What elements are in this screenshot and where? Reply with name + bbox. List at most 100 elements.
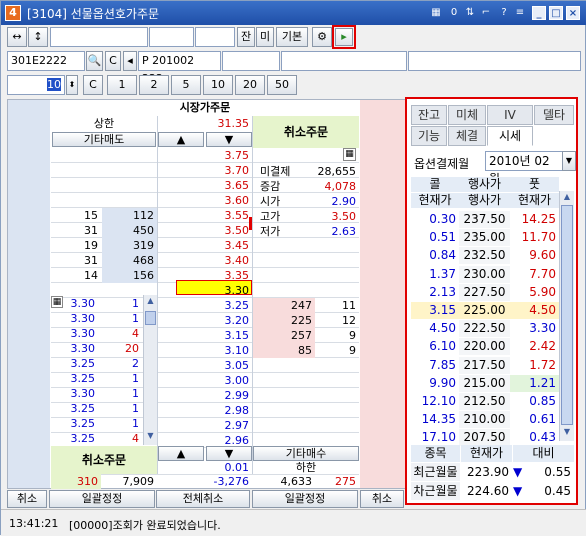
put-price[interactable]: 0.43: [510, 429, 559, 446]
price-cell[interactable]: 3.05: [158, 358, 252, 373]
field-3[interactable]: [195, 27, 235, 47]
call-price[interactable]: 1.37: [411, 266, 459, 283]
order-price[interactable]: 3.30: [62, 386, 98, 401]
qty-1-button[interactable]: 1: [107, 75, 137, 95]
expiry-select[interactable]: 2010년 02월: [485, 151, 563, 186]
scroll-down-button[interactable]: ▼: [206, 132, 252, 147]
scroll-up-icon[interactable]: ▲: [145, 296, 156, 308]
order-qty[interactable]: 1: [98, 401, 142, 416]
qty-input[interactable]: 10: [7, 75, 65, 95]
tab-iv[interactable]: IV: [487, 105, 533, 125]
strike-price[interactable]: 222.50: [459, 320, 510, 338]
account-c-button[interactable]: C: [105, 51, 121, 71]
qty-10-button[interactable]: 10: [203, 75, 233, 95]
qty-c-button[interactable]: C: [83, 75, 103, 95]
order-price[interactable]: 3.30: [62, 296, 98, 311]
list-icon[interactable]: ≡: [513, 6, 527, 20]
left-order-column[interactable]: [8, 100, 50, 488]
link-icon[interactable]: ⌐: [479, 6, 493, 20]
cancel-all-button[interactable]: 전체취소: [156, 490, 250, 508]
order-price[interactable]: 3.25: [62, 401, 98, 416]
exit-icon[interactable]: ▸: [335, 28, 353, 46]
order-qty[interactable]: 4: [98, 431, 142, 446]
option-scroll-down-icon[interactable]: ▼: [561, 427, 573, 439]
order-qty[interactable]: 1: [98, 296, 142, 311]
strike-price[interactable]: 232.50: [459, 247, 510, 265]
code-field[interactable]: [50, 27, 148, 47]
call-price[interactable]: 7.85: [411, 357, 459, 374]
order-price[interactable]: 3.25: [62, 356, 98, 371]
price-cell[interactable]: 3.10: [158, 343, 252, 358]
option-scroll-up-icon[interactable]: ▲: [561, 192, 573, 204]
put-price[interactable]: 4.50: [510, 302, 559, 319]
qty-50-button[interactable]: 50: [267, 75, 297, 95]
close-icon[interactable]: ×: [566, 6, 580, 20]
price-cell[interactable]: 2.97: [158, 418, 252, 433]
call-price[interactable]: 4.50: [411, 320, 459, 337]
account-input[interactable]: 301E2222: [7, 51, 85, 71]
scroll-up-bottom-button[interactable]: ▲: [158, 446, 204, 461]
buy-other-button[interactable]: 기타매수: [253, 446, 359, 461]
expand-v-button[interactable]: ↕: [28, 27, 48, 47]
call-price[interactable]: 2.13: [411, 284, 459, 301]
put-price[interactable]: 9.60: [510, 247, 559, 264]
account-spin-icon[interactable]: ◂: [123, 51, 137, 71]
market-order-title[interactable]: 시장가주문: [51, 100, 359, 116]
tab-balance[interactable]: 잔고: [411, 105, 447, 125]
calc-icon[interactable]: ▦: [343, 148, 356, 161]
tab-delta[interactable]: 델타: [534, 105, 574, 125]
put-price[interactable]: 11.70: [510, 229, 559, 246]
price-cell[interactable]: 3.40: [158, 253, 252, 268]
tab-function[interactable]: 기능: [411, 126, 447, 146]
order-price[interactable]: 3.30: [62, 326, 98, 341]
call-price[interactable]: 9.90: [411, 375, 459, 392]
sell-other-button[interactable]: 기타매도: [52, 132, 156, 147]
minimize-icon[interactable]: _: [532, 6, 546, 20]
search-icon[interactable]: 🔍: [86, 51, 103, 71]
order-qty[interactable]: 1: [98, 311, 142, 326]
price-cell[interactable]: 2.98: [158, 403, 252, 418]
info-icon[interactable]: 0: [447, 6, 461, 20]
order-qty[interactable]: 4: [98, 326, 142, 341]
tab-unfilled[interactable]: 미체: [448, 105, 486, 125]
gibon-button[interactable]: 기본: [276, 27, 308, 47]
put-price[interactable]: 5.90: [510, 284, 559, 301]
strike-price[interactable]: 207.50: [459, 429, 510, 447]
order-list-icon[interactable]: ▦: [51, 296, 63, 308]
chevron-down-icon[interactable]: ▼: [562, 151, 576, 171]
call-price[interactable]: 0.51: [411, 229, 459, 246]
strike-price[interactable]: 227.50: [459, 283, 510, 301]
order-qty[interactable]: 1: [98, 386, 142, 401]
gear-icon[interactable]: ⚙: [312, 27, 332, 47]
order-price[interactable]: 3.25: [62, 371, 98, 386]
price-cell[interactable]: 3.75: [158, 148, 252, 163]
bulk-modify-left-button[interactable]: 일괄정정: [49, 490, 155, 508]
order-price[interactable]: 3.30: [62, 311, 98, 326]
order-qty[interactable]: 1: [98, 416, 142, 431]
qty-5-button[interactable]: 5: [171, 75, 201, 95]
put-price[interactable]: 3.30: [510, 320, 559, 337]
field-2[interactable]: [149, 27, 194, 47]
order-list-scrollbar[interactable]: ▲ ▼: [143, 295, 157, 445]
order-qty[interactable]: 20: [98, 341, 142, 356]
price-cell[interactable]: 3.55: [158, 208, 252, 223]
order-price[interactable]: 3.30: [62, 341, 98, 356]
option-scrollbar[interactable]: ▲ ▼: [559, 191, 574, 441]
price-cell[interactable]: 3.35: [158, 268, 252, 283]
strike-price[interactable]: 215.00: [459, 374, 510, 392]
maximize-icon[interactable]: □: [549, 6, 563, 20]
jan-button[interactable]: 잔: [237, 27, 255, 47]
cancel-left-button[interactable]: 취소: [7, 490, 47, 508]
cancel-right-button[interactable]: 취소: [360, 490, 404, 508]
call-price[interactable]: 0.84: [411, 247, 459, 264]
scroll-down-bottom-button[interactable]: ▼: [206, 446, 252, 461]
order-price[interactable]: 3.25: [62, 416, 98, 431]
scroll-up-button[interactable]: ▲: [158, 132, 204, 147]
tab-execution[interactable]: 체결: [448, 126, 486, 146]
tab-quote[interactable]: 시세: [487, 126, 533, 146]
price-cell[interactable]: 3.00: [158, 373, 252, 388]
price-cell[interactable]: 3.15: [158, 328, 252, 343]
put-price[interactable]: 1.21: [510, 374, 559, 392]
put-price[interactable]: 14.25: [510, 211, 559, 228]
price-cell[interactable]: 3.25: [158, 298, 252, 313]
